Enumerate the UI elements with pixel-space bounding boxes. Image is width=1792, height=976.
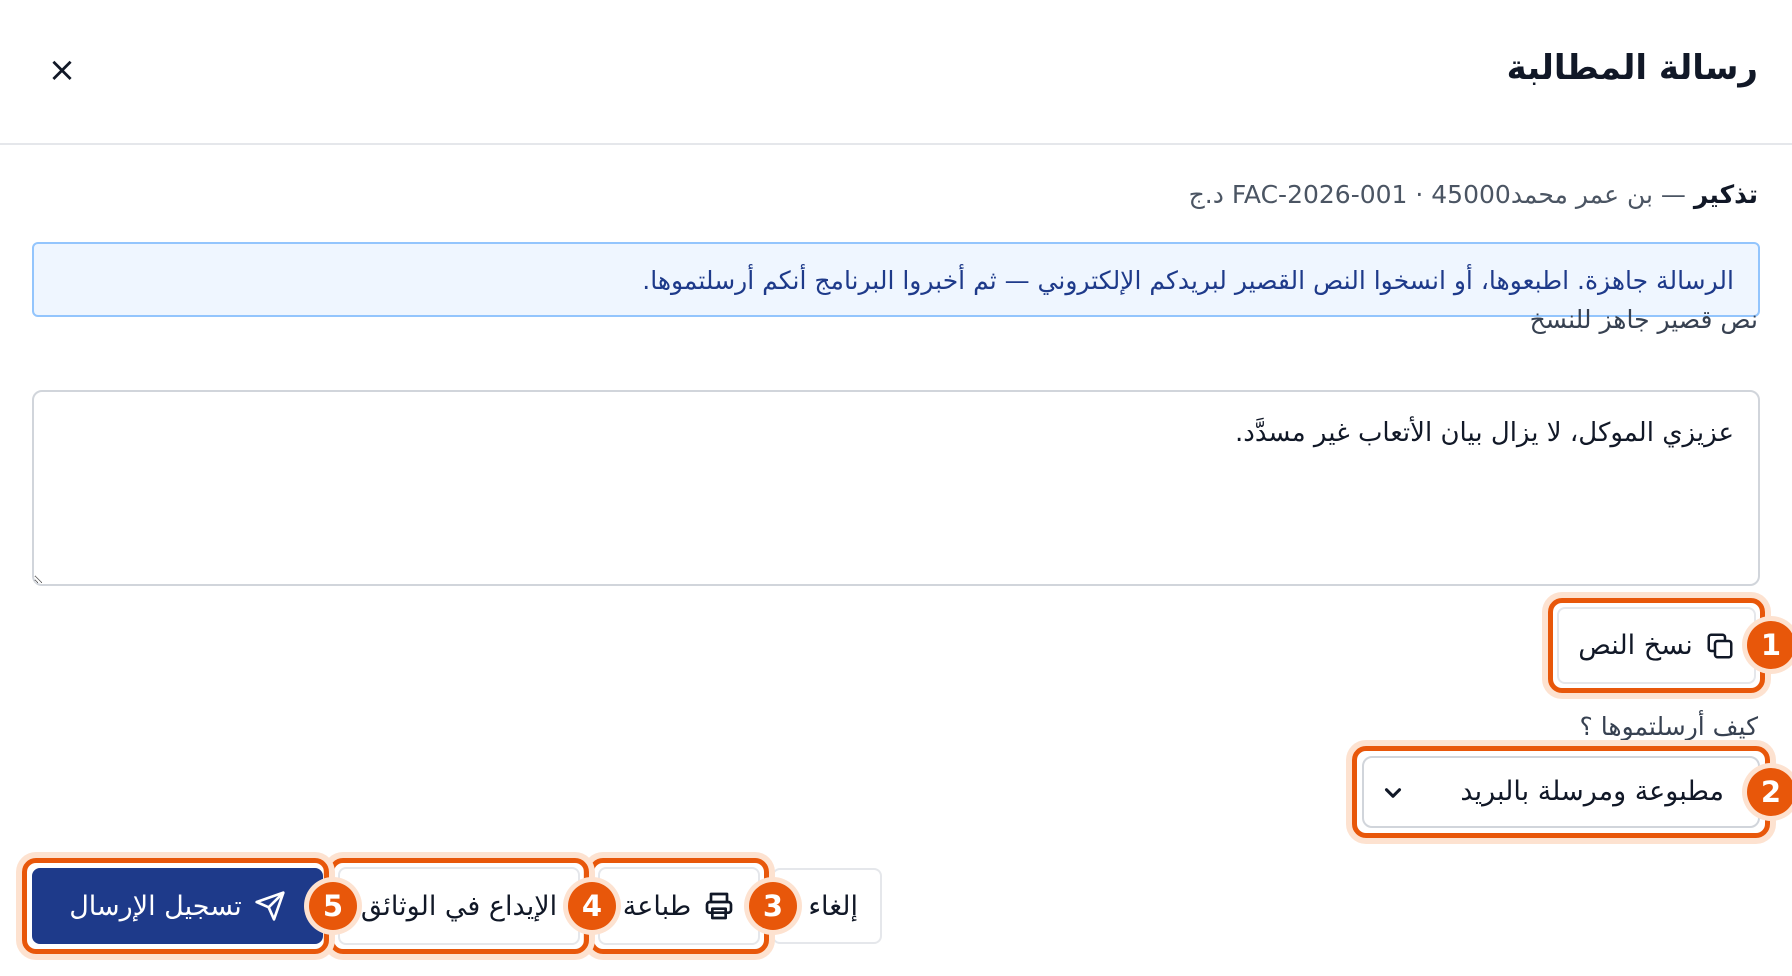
print-button[interactable]: طباعة <box>598 867 760 945</box>
copy-icon <box>1707 633 1733 658</box>
step-badge-4: 4 <box>568 882 616 930</box>
letter-type: تذكير <box>1693 180 1758 209</box>
copy-text-button[interactable]: نسخ النص <box>1557 607 1756 684</box>
send-method-select[interactable]: مطبوعة ومرسلة بالبريد <box>1362 756 1760 828</box>
letter-summary: تذكير — بن عمر محمدFAC-2026-001 · 45000 … <box>1189 180 1758 209</box>
copy-text-label: نسخ النص <box>1578 630 1693 661</box>
step-badge-3: 3 <box>749 882 797 930</box>
short-text-label: نص قصير جاهز للنسخ <box>1529 305 1758 334</box>
record-sending-button[interactable]: تسجيل الإرسال <box>32 868 323 944</box>
close-button[interactable]: × <box>42 50 82 90</box>
dialog-title: رسالة المطالبة <box>1506 48 1758 88</box>
letter-details: — بن عمر محمدFAC-2026-001 · 45000 د.ج <box>1188 180 1686 209</box>
printer-icon <box>705 892 733 920</box>
record-sending-label: تسجيل الإرسال <box>69 890 242 922</box>
send-method-label: كيف أرسلتموها ؟ <box>1579 712 1758 741</box>
send-icon <box>255 891 285 921</box>
info-banner: الرسالة جاهزة. اطبعوها، أو انسخوا النص ا… <box>32 242 1760 317</box>
file-in-documents-button[interactable]: الإيداع في الوثائق <box>338 867 580 945</box>
chevron-down-icon <box>1384 788 1402 798</box>
close-icon: × <box>47 50 77 90</box>
dialog-header: رسالة المطالبة × <box>0 0 1792 145</box>
info-banner-text: الرسالة جاهزة. اطبعوها، أو انسخوا النص ا… <box>642 266 1734 295</box>
step-badge-5: 5 <box>309 882 357 930</box>
print-label: طباعة <box>622 890 692 922</box>
step-badge-1: 1 <box>1747 621 1792 669</box>
step-badge-2: 2 <box>1747 768 1792 816</box>
short-text-area[interactable]: عزيزي الموكل، لا يزال بيان الأتعاب غير م… <box>32 390 1760 586</box>
cancel-label: إلغاء <box>808 890 858 922</box>
claim-letter-dialog: رسالة المطالبة × تذكير — بن عمر محمدFAC-… <box>0 0 1792 976</box>
send-method-value: مطبوعة ومرسلة بالبريد <box>1460 776 1724 807</box>
file-in-documents-label: الإيداع في الوثائق <box>360 890 558 922</box>
